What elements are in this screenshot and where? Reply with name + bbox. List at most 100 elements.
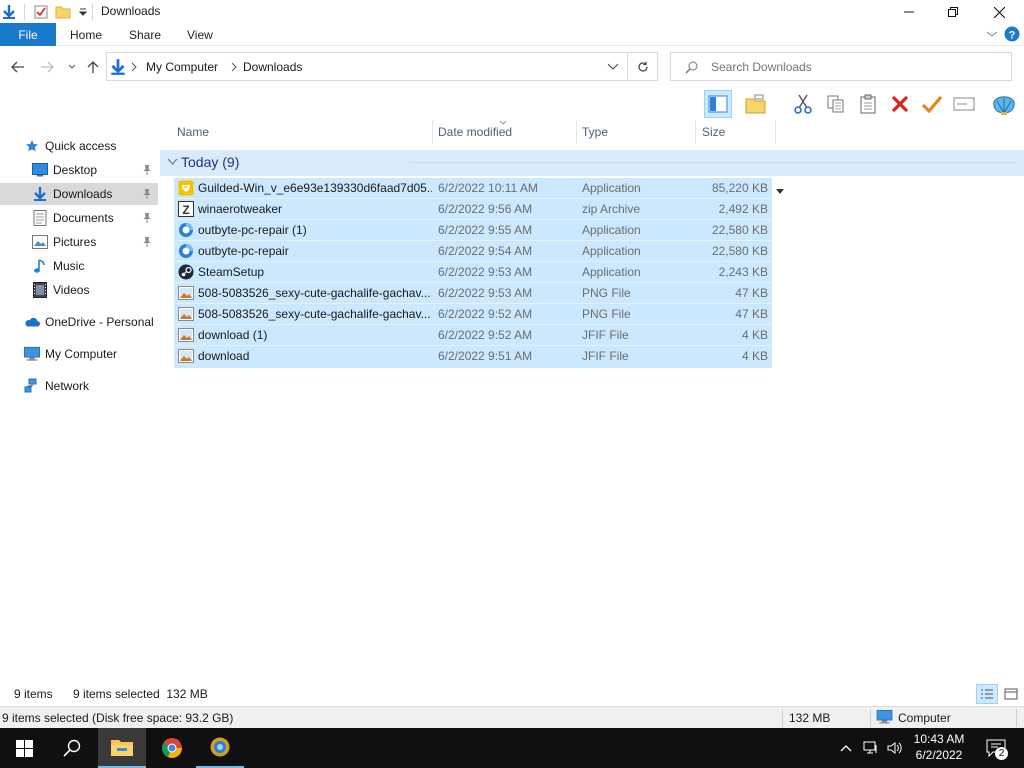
large-icons-view-button[interactable] [1000, 684, 1022, 704]
desktop-icon [32, 162, 48, 178]
nav-item-videos[interactable]: Videos [0, 279, 158, 301]
minimize-button[interactable] [886, 0, 932, 24]
shell-icon[interactable] [990, 90, 1018, 118]
status-total-size: 132 MB [789, 711, 831, 725]
file-list: Guilded-Win_v_e6e93e139330d6faad7d05... … [174, 178, 772, 368]
taskbar-search-button[interactable] [48, 728, 96, 768]
file-explorer-taskbar-icon[interactable] [98, 728, 146, 768]
file-row[interactable]: outbyte-pc-repair 6/2/2022 9:54 AM Appli… [174, 241, 772, 262]
tab-view[interactable]: View [187, 23, 213, 46]
pictures-icon [32, 234, 48, 250]
pin-icon[interactable] [141, 212, 153, 224]
address-bar[interactable]: My Computer Downloads [106, 52, 628, 81]
show-hidden-icons-button[interactable] [836, 738, 856, 758]
notification-badge: 2 [995, 747, 1008, 760]
chevron-down-icon[interactable] [167, 158, 178, 166]
column-header-date-modified[interactable]: Date modified [438, 120, 576, 144]
help-icon[interactable]: ? [1004, 26, 1020, 42]
nav-item-downloads[interactable]: Downloads [0, 183, 158, 205]
delete-icon[interactable] [886, 90, 914, 118]
nav-item-network[interactable]: Network [0, 375, 158, 397]
clock-date[interactable]: 6/2/2022 [904, 748, 974, 762]
start-button[interactable] [0, 728, 48, 768]
cut-icon[interactable] [789, 90, 817, 118]
column-header-type[interactable]: Type [582, 120, 694, 144]
column-headers: Name Date modified Type Size [160, 120, 1024, 144]
clock-time[interactable]: 10:43 AM [904, 732, 974, 746]
chevron-down-icon[interactable] [776, 189, 784, 195]
checkmark-icon[interactable] [918, 90, 946, 118]
paste-icon[interactable] [854, 90, 882, 118]
file-row[interactable]: 508-5083526_sexy-cute-gachalife-gachav..… [174, 304, 772, 325]
outbyte-taskbar-icon[interactable] [196, 728, 244, 768]
pin-icon[interactable] [141, 236, 153, 248]
search-box[interactable] [670, 52, 1012, 81]
nav-item-music[interactable]: Music [0, 255, 158, 277]
forward-button[interactable] [37, 58, 57, 76]
outbyte-app-icon [178, 222, 194, 238]
cloud-icon [24, 314, 40, 330]
nav-item-pictures[interactable]: Pictures [0, 231, 158, 253]
file-row[interactable]: 508-5083526_sexy-cute-gachalife-gachav..… [174, 283, 772, 304]
details-status-bar: 9 items selected (Disk free space: 93.2 … [0, 706, 1024, 728]
up-button[interactable] [83, 58, 103, 76]
chrome-taskbar-icon[interactable] [148, 728, 196, 768]
nav-item-my-computer[interactable]: My Computer [0, 343, 158, 365]
properties-icon[interactable] [32, 3, 50, 21]
nav-item-desktop[interactable]: Desktop [0, 159, 158, 181]
column-header-size[interactable]: Size [702, 120, 774, 144]
file-row[interactable]: Guilded-Win_v_e6e93e139330d6faad7d05... … [174, 178, 772, 199]
tab-home[interactable]: Home [70, 23, 102, 46]
file-row[interactable]: outbyte-pc-repair (1) 6/2/2022 9:55 AM A… [174, 220, 772, 241]
sort-indicator-icon [499, 120, 507, 125]
close-button[interactable] [976, 0, 1022, 24]
refresh-button[interactable] [628, 52, 658, 81]
document-icon [32, 210, 48, 226]
nav-item-quick-access[interactable]: Quick access [0, 135, 158, 157]
nav-item-documents[interactable]: Documents [0, 207, 158, 229]
search-input[interactable] [711, 59, 1001, 75]
back-button[interactable] [8, 58, 28, 76]
taskbar: 10:43 AM 6/2/2022 2 [0, 728, 1024, 768]
column-header-name[interactable]: Name [177, 120, 432, 144]
breadcrumb-downloads[interactable]: Downloads [243, 60, 302, 74]
outbyte-app-icon [178, 243, 194, 259]
videos-icon [32, 282, 48, 298]
file-row[interactable]: download 6/2/2022 9:51 AM JFIF File 4 KB [174, 346, 772, 367]
details-view-button[interactable] [976, 684, 998, 704]
network-icon [24, 378, 40, 394]
steam-app-icon [178, 264, 194, 280]
download-folder-icon[interactable] [0, 3, 18, 21]
new-folder-icon[interactable] [54, 3, 72, 21]
nav-item-onedrive[interactable]: OneDrive - Personal [0, 311, 158, 333]
tab-share[interactable]: Share [129, 23, 161, 46]
file-row[interactable]: SteamSetup 6/2/2022 9:53 AM Application … [174, 262, 772, 283]
pin-icon[interactable] [141, 164, 153, 176]
preview-pane-button[interactable] [704, 90, 732, 118]
status-bar: 9 items 9 items selected 132 MB [0, 684, 1024, 704]
customize-qat-icon[interactable] [74, 3, 92, 21]
file-row[interactable]: download (1) 6/2/2022 9:52 AM JFIF File … [174, 325, 772, 346]
image-file-icon [178, 327, 194, 343]
expand-ribbon-icon[interactable] [986, 29, 998, 39]
copy-icon[interactable] [822, 90, 850, 118]
ribbon: File Home Share View ? [0, 23, 1024, 46]
recent-locations-button[interactable] [62, 58, 82, 76]
address-row: My Computer Downloads [0, 46, 1024, 88]
group-label: Today (9) [181, 154, 240, 170]
title-bar: Downloads [0, 0, 1024, 24]
restore-button[interactable] [930, 0, 976, 24]
volume-icon[interactable] [885, 738, 905, 758]
group-header-today[interactable]: Today (9) [160, 150, 1024, 176]
breadcrumb-my-computer[interactable]: My Computer [146, 60, 218, 74]
file-row[interactable]: Z winaerotweaker 6/2/2022 9:56 AM zip Ar… [174, 199, 772, 220]
network-tray-icon[interactable] [861, 738, 881, 758]
new-folder-tool-icon[interactable] [742, 90, 770, 118]
svg-text:?: ? [1009, 30, 1016, 42]
address-dropdown-icon[interactable] [607, 63, 619, 71]
image-file-icon [178, 285, 194, 301]
tab-file[interactable]: File [0, 23, 56, 46]
pin-icon[interactable] [141, 188, 153, 200]
rename-icon[interactable] [950, 90, 978, 118]
music-icon [32, 258, 48, 274]
